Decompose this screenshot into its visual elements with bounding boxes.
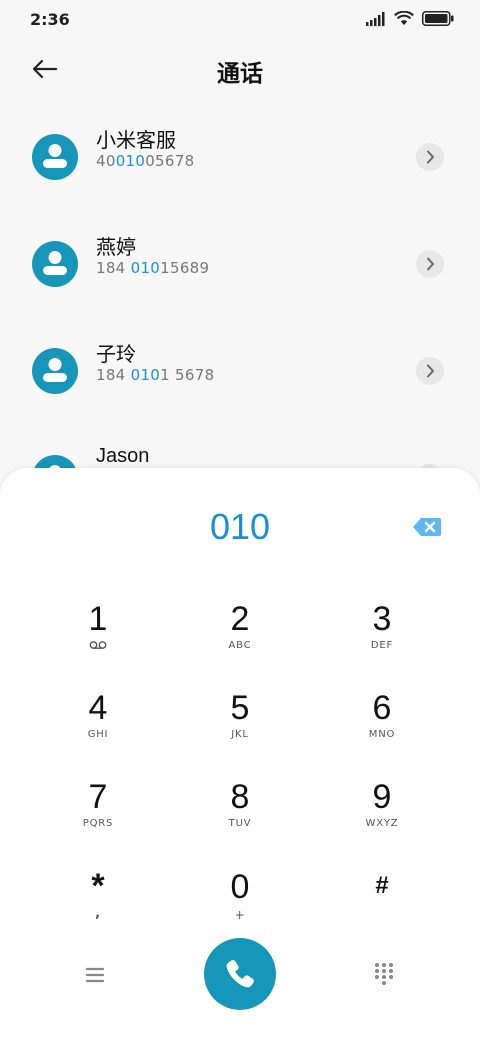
battery-icon — [422, 11, 454, 26]
key-letters: , — [95, 906, 101, 921]
key-digit: 1 — [88, 600, 108, 638]
dial-key-hash[interactable]: # — [322, 868, 442, 944]
key-digit: 3 — [372, 600, 392, 638]
wifi-icon — [394, 11, 414, 25]
contact-item[interactable]: 子玲 184 0101 5678 — [0, 342, 480, 428]
contact-detail-button[interactable] — [416, 143, 444, 171]
dial-key-8[interactable]: 8 TUV — [180, 778, 300, 854]
key-digit: 8 — [230, 778, 250, 816]
key-letters: PQRS — [82, 818, 114, 829]
key-letters: + — [234, 908, 246, 922]
avatar — [32, 348, 78, 394]
dial-key-2[interactable]: 2 ABC — [180, 600, 300, 676]
dial-key-9[interactable]: 9 WXYZ — [322, 778, 442, 854]
key-letters: JKL — [231, 729, 249, 740]
status-icons — [366, 11, 454, 26]
dial-key-4[interactable]: 4 GHI — [38, 689, 158, 765]
contact-number: 4001005678 — [96, 152, 195, 170]
dialpad-grid-icon[interactable] — [372, 962, 396, 986]
contact-number: 184 01015689 — [96, 259, 210, 277]
dial-key-7[interactable]: 7 PQRS — [38, 778, 158, 854]
key-digit: 5 — [230, 689, 250, 727]
key-digit: 0 — [230, 868, 250, 906]
contact-name: Jason — [96, 445, 150, 467]
contact-name: 小米客服 — [96, 128, 176, 152]
menu-icon[interactable] — [82, 962, 108, 988]
dial-key-1[interactable]: 1 — [38, 600, 158, 676]
key-letters — [322, 906, 442, 920]
avatar — [32, 134, 78, 180]
voicemail-icon — [38, 640, 158, 654]
key-letters: DEF — [370, 640, 394, 651]
dial-key-0[interactable]: 0 + — [180, 868, 300, 944]
contact-detail-button[interactable] — [416, 357, 444, 385]
contact-detail-button[interactable] — [416, 250, 444, 278]
contact-number: 184 0101 5678 — [96, 366, 215, 384]
key-digit: * — [91, 867, 105, 905]
key-digit: # — [375, 872, 389, 899]
dial-input[interactable]: 010 — [0, 506, 480, 548]
page-title: 通话 — [217, 61, 263, 87]
contact-item[interactable]: 小米客服 4001005678 — [0, 128, 480, 214]
key-digit: 6 — [372, 689, 392, 727]
key-letters: ABC — [228, 640, 252, 651]
key-letters: TUV — [228, 818, 252, 829]
contact-name: 子玲 — [96, 342, 136, 366]
status-bar: 2:36 — [0, 0, 480, 40]
dialpad-sheet: 010 1 2 ABC 3 DEF 4 GHI 5 JKL 6 MNO 7 PQ… — [0, 468, 480, 1040]
chevron-right-icon — [427, 364, 434, 378]
key-digit: 2 — [230, 600, 250, 638]
key-digit: 7 — [88, 778, 108, 816]
contact-name: 燕婷 — [96, 235, 136, 259]
backspace-icon[interactable] — [412, 516, 442, 538]
dial-key-3[interactable]: 3 DEF — [322, 600, 442, 676]
key-letters: MNO — [368, 729, 396, 740]
person-icon — [43, 144, 67, 168]
chevron-right-icon — [427, 150, 434, 164]
dial-key-star[interactable]: * , — [38, 868, 158, 944]
person-icon — [43, 251, 67, 275]
key-digit: 4 — [88, 689, 108, 727]
dial-key-5[interactable]: 5 JKL — [180, 689, 300, 765]
key-digit: 9 — [372, 778, 392, 816]
chevron-right-icon — [427, 257, 434, 271]
key-letters: WXYZ — [365, 818, 399, 829]
contact-item[interactable]: 燕婷 184 01015689 — [0, 235, 480, 321]
avatar — [32, 241, 78, 287]
signal-icon — [366, 11, 385, 26]
key-letters: GHI — [87, 729, 109, 740]
status-time: 2:36 — [30, 10, 70, 29]
person-icon — [43, 358, 67, 382]
call-button[interactable] — [204, 938, 276, 1010]
dial-key-6[interactable]: 6 MNO — [322, 689, 442, 765]
header: 通话 — [0, 40, 480, 100]
phone-icon — [226, 959, 255, 988]
